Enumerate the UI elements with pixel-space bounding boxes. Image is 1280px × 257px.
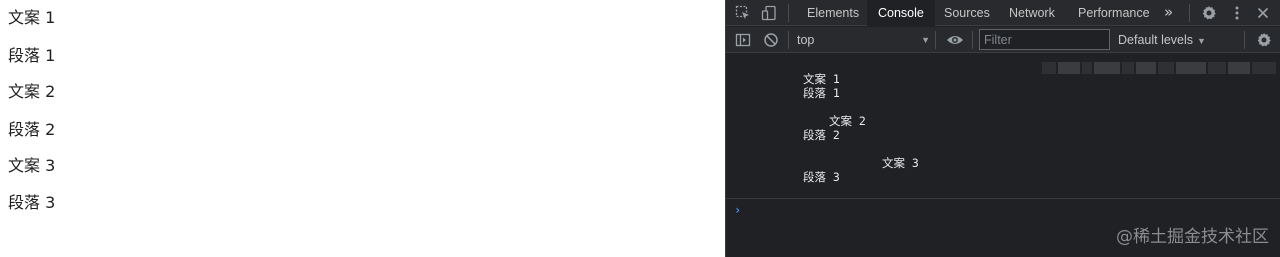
log-line: 段落 2 (803, 128, 840, 142)
more-vert-icon[interactable] (1228, 4, 1246, 22)
tab-elements[interactable]: Elements (796, 0, 870, 26)
tab-network[interactable]: Network (998, 0, 1066, 26)
dropdown-arrow-icon: ▼ (921, 35, 930, 45)
log-line: 段落 3 (803, 170, 840, 184)
sidebar-toggle-icon[interactable] (734, 31, 752, 49)
toolbar-separator (935, 31, 936, 49)
prompt-chevron-icon: › (734, 203, 742, 217)
toolbar-separator (788, 4, 789, 22)
copy-3-text: 文案 3 (8, 156, 56, 175)
console-output: 文案 1 段落 1 文案 2 段落 2 文案 3 段落 3 (726, 54, 1280, 198)
inspect-icon[interactable] (734, 4, 752, 22)
settings-icon[interactable] (1200, 4, 1218, 22)
console-toolbar: top ▼ Default levels▼ (726, 27, 1280, 53)
copy-2-text: 文案 2 (8, 82, 56, 101)
watermark-text: @稀土掘金技术社区 (1116, 227, 1269, 247)
paragraph-2-text: 段落 2 (8, 120, 56, 139)
blurred-source-links (1042, 58, 1278, 78)
context-label: top (797, 33, 815, 47)
copy-1-text: 文案 1 (8, 8, 56, 27)
log-line: 段落 1 (803, 86, 840, 100)
toolbar-separator (788, 31, 789, 49)
log-levels-dropdown[interactable]: Default levels ▼ (1118, 31, 1206, 49)
tab-console[interactable]: Console (867, 0, 935, 26)
log-levels-label: Default levels (1118, 33, 1194, 47)
context-selector[interactable]: top ▼ (797, 31, 930, 49)
devtools-panel: Elements Console Sources Network Perform… (725, 0, 1280, 257)
log-line: 文案 1 (803, 72, 840, 86)
device-toggle-icon[interactable] (760, 4, 778, 22)
close-icon[interactable] (1254, 4, 1272, 22)
filter-input[interactable] (979, 29, 1110, 50)
log-line: 文案 3 (882, 156, 919, 170)
tab-sources[interactable]: Sources (933, 0, 1001, 26)
toolbar-separator (1244, 31, 1245, 49)
console-settings-icon[interactable] (1255, 31, 1273, 49)
console-prompt-row[interactable]: › @稀土掘金技术社区 (726, 198, 1280, 257)
tab-performance[interactable]: Performance (1067, 0, 1161, 26)
eye-icon[interactable] (946, 31, 964, 49)
more-tabs-button[interactable]: » (1164, 0, 1173, 26)
page-viewport: 文案 1 段落 1 文案 2 段落 2 文案 3 段落 3 (0, 0, 725, 257)
toolbar-separator (972, 31, 973, 49)
dropdown-arrow-icon: ▼ (1197, 36, 1206, 46)
toolbar-separator (1189, 4, 1190, 22)
paragraph-1-text: 段落 1 (8, 46, 56, 65)
paragraph-3-text: 段落 3 (8, 193, 56, 212)
devtools-tab-bar: Elements Console Sources Network Perform… (726, 0, 1280, 26)
clear-console-icon[interactable] (762, 31, 780, 49)
log-line: 文案 2 (829, 114, 866, 128)
